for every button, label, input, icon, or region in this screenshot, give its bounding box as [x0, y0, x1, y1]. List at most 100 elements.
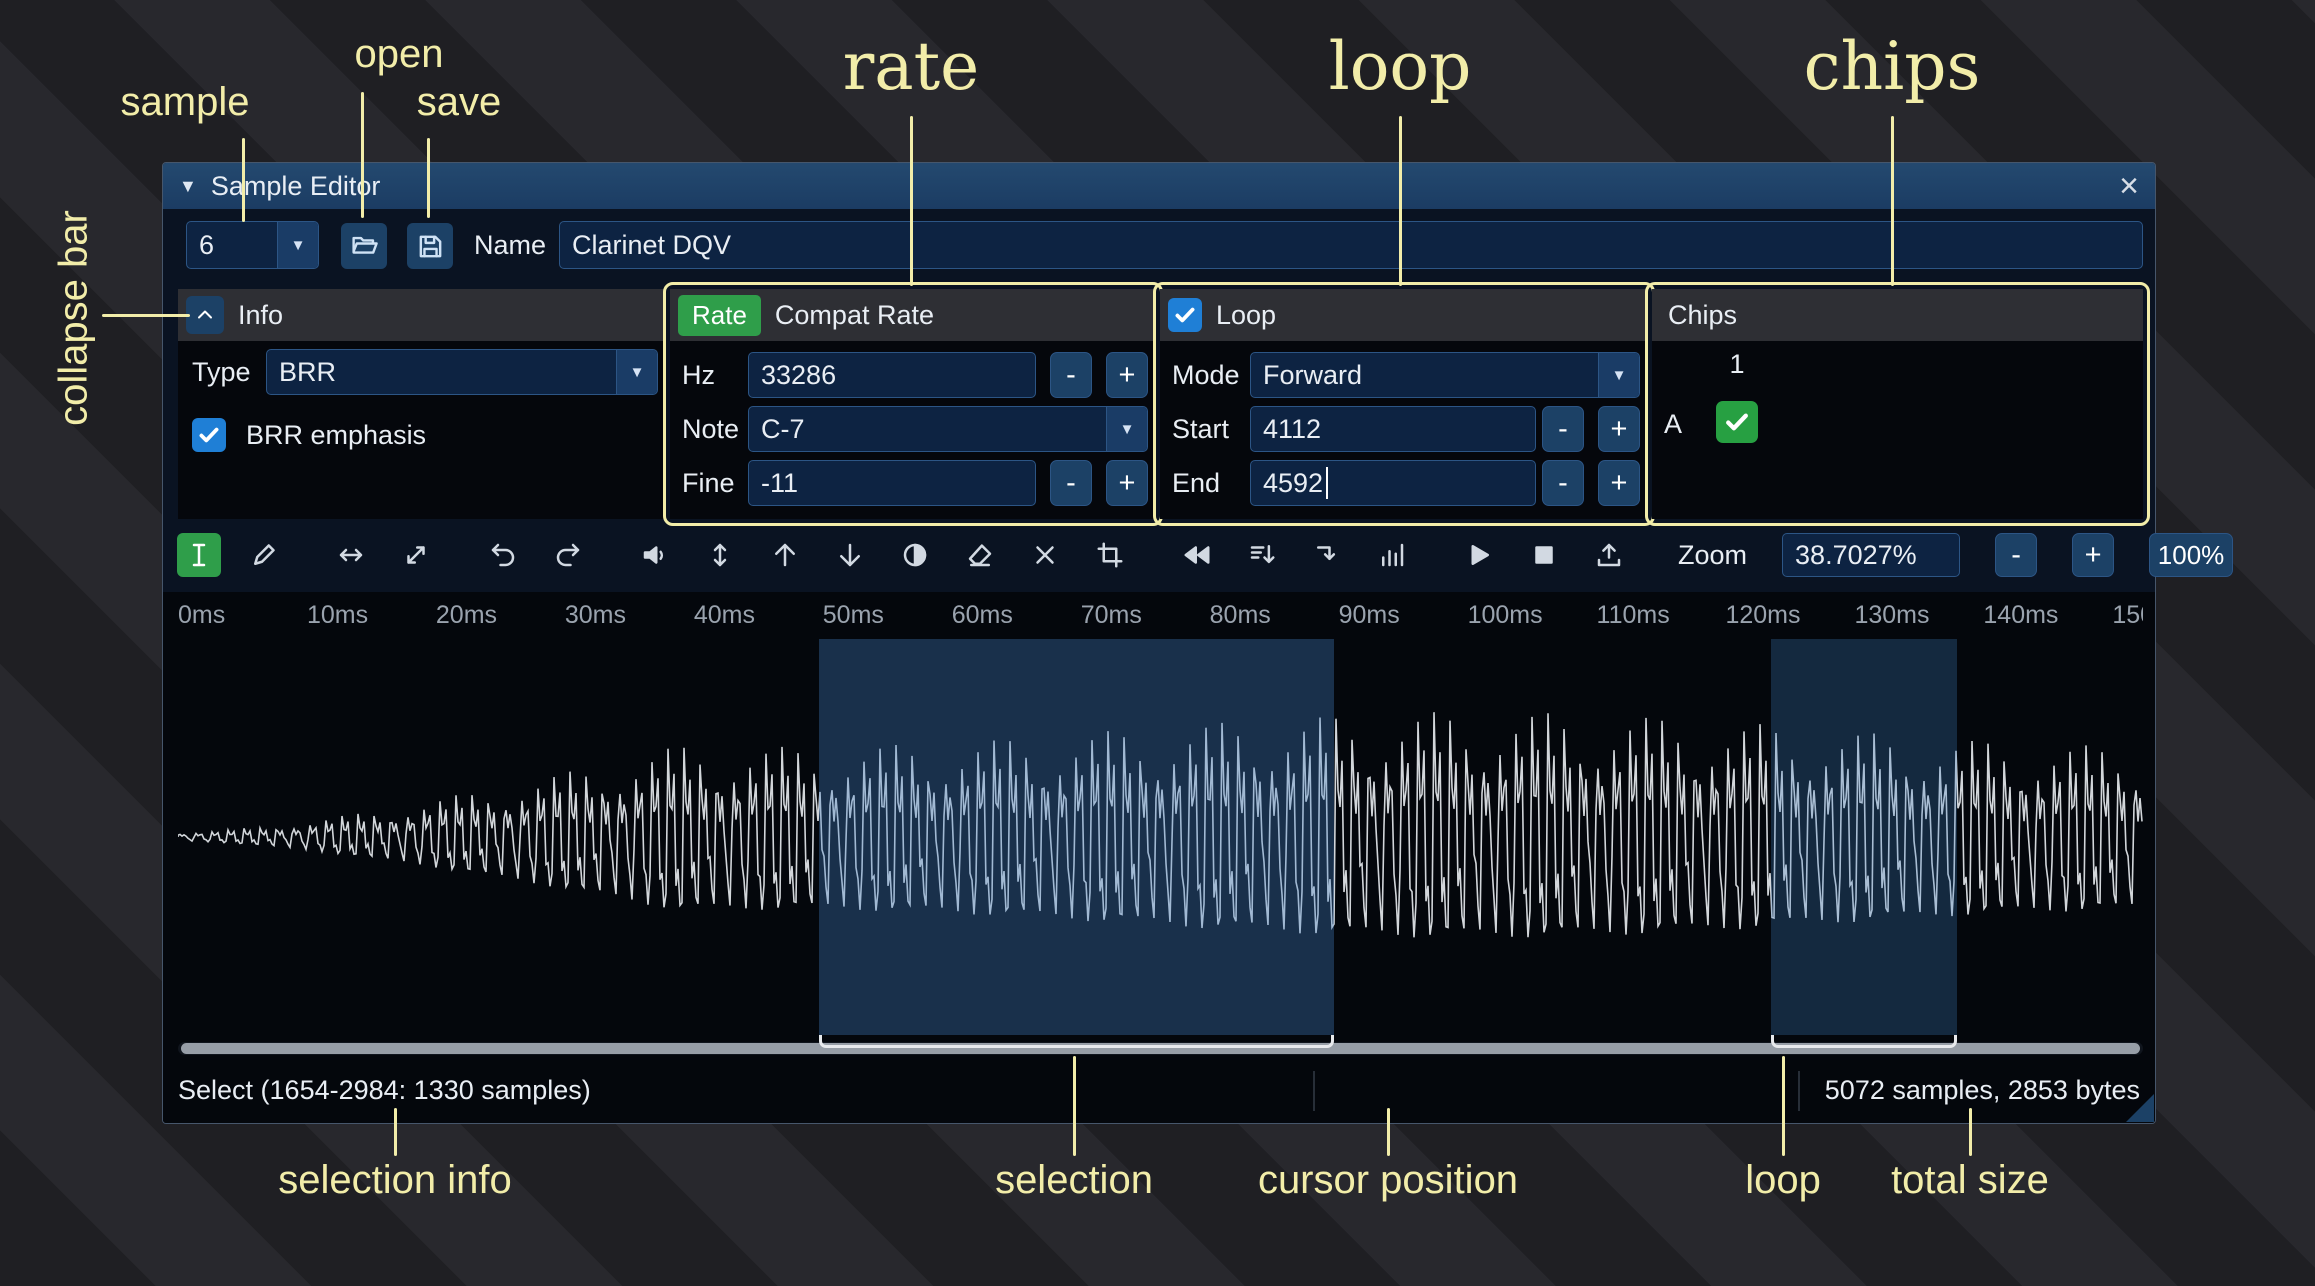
floppy-save-icon: [419, 235, 441, 257]
check-icon: [1175, 307, 1195, 323]
hz-plus-button[interactable]: +: [1106, 352, 1148, 398]
chevron-up-icon: [198, 310, 212, 319]
annotation-rate: rate: [842, 28, 980, 105]
loop-end-plus-button[interactable]: +: [1598, 460, 1640, 506]
toolbar-button-select[interactable]: [177, 533, 221, 577]
fine-minus-button[interactable]: -: [1050, 460, 1092, 506]
trim-icon: [1097, 542, 1123, 568]
loop-start-plus-button[interactable]: +: [1598, 406, 1640, 452]
loop-start-minus-button[interactable]: -: [1542, 406, 1584, 452]
toolbar: Zoom 38.7027% - + 100%: [177, 530, 2234, 580]
chip-enable-checkbox[interactable]: [1716, 401, 1758, 443]
timeline-label: 70ms: [1080, 601, 1142, 629]
toolbar-button-erase[interactable]: [958, 533, 1002, 577]
annotation-line-sample: [242, 138, 245, 222]
sample-number-select[interactable]: 6 ▼: [186, 221, 319, 269]
toolbar-button-amplify[interactable]: [698, 533, 742, 577]
zoom-value: 38.7027%: [1795, 539, 1917, 570]
loop-mode-select[interactable]: Forward ▼: [1250, 352, 1640, 398]
hz-input[interactable]: 33286: [748, 352, 1036, 398]
rate-panel: Rate Compat Rate Hz 33286 - + Note C-7 ▼…: [663, 282, 1163, 526]
type-select[interactable]: BRR ▼: [266, 349, 658, 395]
toolbar-button-rewind[interactable]: [1175, 533, 1219, 577]
open-button[interactable]: [341, 223, 387, 269]
annotation-line-collapse-bar: [102, 314, 190, 317]
fine-plus-button[interactable]: +: [1106, 460, 1148, 506]
annotation-open: open: [354, 32, 444, 76]
zoom-input[interactable]: 38.7027%: [1782, 533, 1961, 577]
undo-icon: [491, 543, 515, 567]
sample-name-value: Clarinet DQV: [572, 229, 732, 260]
hz-value: 33286: [761, 359, 837, 390]
resize-grip[interactable]: [2126, 1094, 2154, 1122]
status-divider: [1798, 1071, 1800, 1111]
toolbar-button-arrow-up[interactable]: [763, 533, 807, 577]
chip-column-header: 1: [1729, 349, 1745, 379]
selection-region[interactable]: [818, 639, 1335, 1035]
toolbar-button-trim[interactable]: [1088, 533, 1132, 577]
toolbar-button-resize[interactable]: [329, 533, 373, 577]
collapse-bar-button[interactable]: [186, 296, 224, 334]
loop-start-input[interactable]: 4112: [1250, 406, 1536, 452]
underwave-strip: [178, 1035, 2143, 1057]
toolbar-button-redo[interactable]: [546, 533, 590, 577]
sample-name-input[interactable]: Clarinet DQV: [559, 221, 2143, 269]
toolbar-button-sort[interactable]: [1240, 533, 1284, 577]
zoom-out-button[interactable]: -: [1995, 533, 2038, 577]
annotation-loop-bottom: loop: [1745, 1158, 1821, 1202]
zoom-in-button[interactable]: +: [2072, 533, 2115, 577]
sort-icon: [1250, 545, 1275, 564]
loop-panel-title: Loop: [1216, 299, 1277, 330]
timeline-label: 60ms: [951, 601, 1013, 629]
toolbar-button-draw[interactable]: [242, 533, 286, 577]
chips-panel-title: Chips: [1668, 299, 1738, 330]
toolbar-button-resample[interactable]: [394, 533, 438, 577]
zoom-reset-button[interactable]: 100%: [2149, 533, 2234, 577]
toolbar-button-undo[interactable]: [481, 533, 525, 577]
toolbar-button-export[interactable]: [1587, 533, 1631, 577]
selection-info-text: Select (1654-2984: 1330 samples): [178, 1075, 591, 1105]
loop-start-label: Start: [1172, 413, 1230, 444]
timeline-label: 40ms: [693, 601, 755, 629]
resample-icon: [407, 546, 425, 564]
toolbar-button-preview[interactable]: [633, 533, 677, 577]
fine-value: -11: [761, 467, 799, 498]
annotation-chips: chips: [1803, 28, 1981, 105]
timeline-label: 110ms: [1596, 601, 1670, 629]
export-icon: [1597, 543, 1621, 567]
play-icon: [1471, 545, 1489, 565]
select-icon: [192, 543, 206, 567]
check-icon: [1726, 413, 1748, 431]
arrow-up-icon: [775, 543, 795, 567]
brr-emphasis-label: BRR emphasis: [246, 419, 427, 450]
window-collapse-icon[interactable]: ▼: [179, 176, 197, 197]
loop-region[interactable]: [1771, 639, 1958, 1035]
waveform-display[interactable]: [178, 639, 2143, 1035]
toolbar-button-play[interactable]: [1457, 533, 1501, 577]
loop-end-minus-button[interactable]: -: [1542, 460, 1584, 506]
timeline-label: 120ms: [1725, 601, 1801, 629]
annotation-line-chips: [1891, 116, 1894, 286]
loop-checkbox[interactable]: [1168, 298, 1202, 332]
brr-emphasis-checkbox[interactable]: [192, 418, 226, 452]
rate-badge[interactable]: Rate: [678, 294, 761, 336]
close-icon[interactable]: ×: [2119, 169, 2139, 203]
toolbar-button-arrow-down[interactable]: [828, 533, 872, 577]
hz-minus-button[interactable]: -: [1050, 352, 1092, 398]
toolbar-button-insert[interactable]: [1305, 533, 1349, 577]
toolbar-button-delete[interactable]: [1023, 533, 1067, 577]
note-select[interactable]: C-7 ▼: [748, 406, 1148, 452]
timeline-ruler: 0ms 10ms 20ms 30ms 40ms 50ms 60ms 70ms 80ms 90ms 1…: [178, 592, 2143, 639]
save-button[interactable]: [407, 223, 453, 269]
fine-label: Fine: [682, 467, 735, 498]
loop-end-input[interactable]: 4592: [1250, 460, 1536, 506]
toolbar-button-chart[interactable]: [1370, 533, 1414, 577]
timeline-label: 30ms: [564, 601, 626, 629]
loop-start-value: 4112: [1263, 413, 1322, 444]
toolbar-button-stop[interactable]: [1522, 533, 1566, 577]
fine-input[interactable]: -11: [748, 460, 1036, 506]
preview-icon: [643, 546, 664, 564]
chip-row-label: A: [1664, 409, 1683, 439]
toolbar-button-invert[interactable]: [893, 533, 937, 577]
chart-icon: [1382, 543, 1404, 567]
